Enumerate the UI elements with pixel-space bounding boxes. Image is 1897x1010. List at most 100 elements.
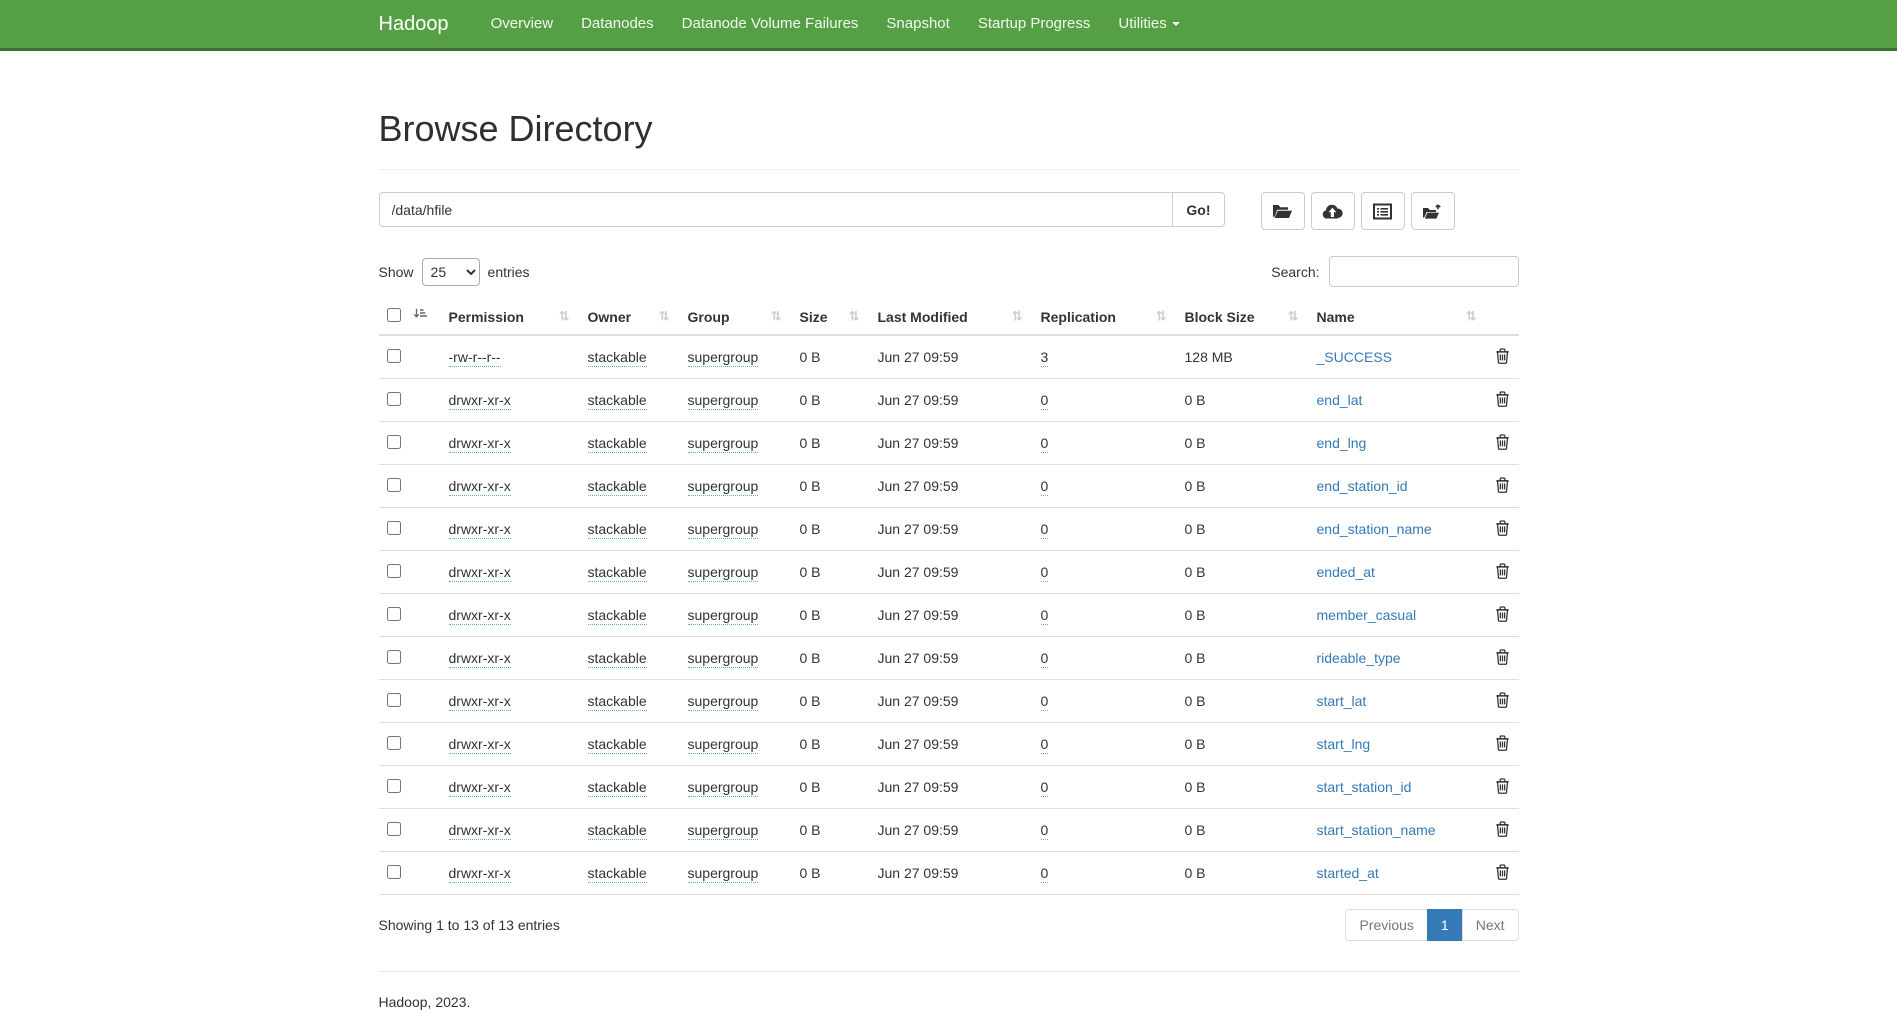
row-checkbox[interactable]: [387, 478, 401, 492]
owner-value[interactable]: stackable: [588, 736, 647, 754]
file-name-link[interactable]: end_lat: [1317, 392, 1363, 408]
group-value[interactable]: supergroup: [688, 435, 759, 453]
row-checkbox[interactable]: [387, 779, 401, 793]
group-value[interactable]: supergroup: [688, 392, 759, 410]
group-value[interactable]: supergroup: [688, 865, 759, 883]
group-value[interactable]: supergroup: [688, 779, 759, 797]
permission-value[interactable]: drwxr-xr-x: [449, 736, 511, 754]
trash-icon[interactable]: [1495, 691, 1510, 711]
replication-value[interactable]: 3: [1041, 349, 1049, 367]
replication-value[interactable]: 0: [1041, 478, 1049, 496]
trash-icon[interactable]: [1495, 562, 1510, 582]
replication-value[interactable]: 0: [1041, 521, 1049, 539]
file-name-link[interactable]: start_lng: [1317, 736, 1371, 752]
file-name-link[interactable]: end_station_name: [1317, 521, 1432, 537]
nav-datanode-volume-failures[interactable]: Datanode Volume Failures: [668, 0, 873, 48]
permission-value[interactable]: drwxr-xr-x: [449, 435, 511, 453]
row-checkbox[interactable]: [387, 822, 401, 836]
owner-value[interactable]: stackable: [588, 478, 647, 496]
group-value[interactable]: supergroup: [688, 736, 759, 754]
header-permission[interactable]: Permission⇅: [441, 299, 580, 335]
select-all-checkbox[interactable]: [387, 308, 401, 322]
group-value[interactable]: supergroup: [688, 521, 759, 539]
search-input[interactable]: [1329, 256, 1519, 287]
row-checkbox[interactable]: [387, 349, 401, 363]
permission-value[interactable]: drwxr-xr-x: [449, 865, 511, 883]
permission-value[interactable]: -rw-r--r--: [449, 349, 501, 367]
trash-icon[interactable]: [1495, 648, 1510, 668]
group-value[interactable]: supergroup: [688, 650, 759, 668]
pagination-next[interactable]: Next: [1462, 909, 1519, 941]
row-checkbox[interactable]: [387, 607, 401, 621]
group-value[interactable]: supergroup: [688, 478, 759, 496]
trash-icon[interactable]: [1495, 390, 1510, 410]
row-checkbox[interactable]: [387, 736, 401, 750]
permission-value[interactable]: drwxr-xr-x: [449, 693, 511, 711]
replication-value[interactable]: 0: [1041, 779, 1049, 797]
move-file-button[interactable]: [1411, 192, 1455, 230]
header-owner[interactable]: Owner⇅: [580, 299, 680, 335]
group-value[interactable]: supergroup: [688, 607, 759, 625]
permission-value[interactable]: drwxr-xr-x: [449, 779, 511, 797]
nav-snapshot[interactable]: Snapshot: [872, 0, 963, 48]
permission-value[interactable]: drwxr-xr-x: [449, 521, 511, 539]
file-name-link[interactable]: ended_at: [1317, 564, 1375, 580]
nav-startup-progress[interactable]: Startup Progress: [964, 0, 1105, 48]
trash-icon[interactable]: [1495, 476, 1510, 496]
header-last-modified[interactable]: Last Modified⇅: [870, 299, 1033, 335]
concat-files-button[interactable]: [1361, 192, 1405, 230]
permission-value[interactable]: drwxr-xr-x: [449, 392, 511, 410]
header-size[interactable]: Size⇅: [792, 299, 870, 335]
owner-value[interactable]: stackable: [588, 521, 647, 539]
row-checkbox[interactable]: [387, 693, 401, 707]
file-name-link[interactable]: end_lng: [1317, 435, 1367, 451]
permission-value[interactable]: drwxr-xr-x: [449, 650, 511, 668]
file-name-link[interactable]: started_at: [1317, 865, 1379, 881]
group-value[interactable]: supergroup: [688, 693, 759, 711]
row-checkbox[interactable]: [387, 392, 401, 406]
owner-value[interactable]: stackable: [588, 349, 647, 367]
owner-value[interactable]: stackable: [588, 650, 647, 668]
replication-value[interactable]: 0: [1041, 435, 1049, 453]
trash-icon[interactable]: [1495, 519, 1510, 539]
replication-value[interactable]: 0: [1041, 564, 1049, 582]
row-checkbox[interactable]: [387, 435, 401, 449]
row-checkbox[interactable]: [387, 564, 401, 578]
trash-icon[interactable]: [1495, 433, 1510, 453]
trash-icon[interactable]: [1495, 820, 1510, 840]
create-directory-button[interactable]: [1261, 192, 1305, 230]
owner-value[interactable]: stackable: [588, 435, 647, 453]
permission-value[interactable]: drwxr-xr-x: [449, 607, 511, 625]
owner-value[interactable]: stackable: [588, 693, 647, 711]
replication-value[interactable]: 0: [1041, 736, 1049, 754]
trash-icon[interactable]: [1495, 777, 1510, 797]
replication-value[interactable]: 0: [1041, 607, 1049, 625]
file-name-link[interactable]: _SUCCESS: [1317, 349, 1392, 365]
owner-value[interactable]: stackable: [588, 392, 647, 410]
header-name[interactable]: Name⇅: [1309, 299, 1487, 335]
nav-overview[interactable]: Overview: [477, 0, 568, 48]
nav-datanodes[interactable]: Datanodes: [567, 0, 668, 48]
upload-files-button[interactable]: [1311, 192, 1355, 230]
file-name-link[interactable]: member_casual: [1317, 607, 1417, 623]
page-size-select[interactable]: 25: [422, 258, 480, 286]
file-name-link[interactable]: end_station_id: [1317, 478, 1408, 494]
pagination-previous[interactable]: Previous: [1345, 909, 1427, 941]
row-checkbox[interactable]: [387, 650, 401, 664]
replication-value[interactable]: 0: [1041, 865, 1049, 883]
trash-icon[interactable]: [1495, 347, 1510, 367]
row-checkbox[interactable]: [387, 521, 401, 535]
file-name-link[interactable]: rideable_type: [1317, 650, 1401, 666]
owner-value[interactable]: stackable: [588, 779, 647, 797]
navbar-brand[interactable]: Hadoop: [379, 13, 449, 36]
trash-icon[interactable]: [1495, 863, 1510, 883]
header-group[interactable]: Group⇅: [680, 299, 792, 335]
file-name-link[interactable]: start_lat: [1317, 693, 1367, 709]
trash-icon[interactable]: [1495, 734, 1510, 754]
owner-value[interactable]: stackable: [588, 564, 647, 582]
permission-value[interactable]: drwxr-xr-x: [449, 564, 511, 582]
trash-icon[interactable]: [1495, 605, 1510, 625]
file-name-link[interactable]: start_station_id: [1317, 779, 1412, 795]
replication-value[interactable]: 0: [1041, 650, 1049, 668]
header-replication[interactable]: Replication⇅: [1033, 299, 1177, 335]
